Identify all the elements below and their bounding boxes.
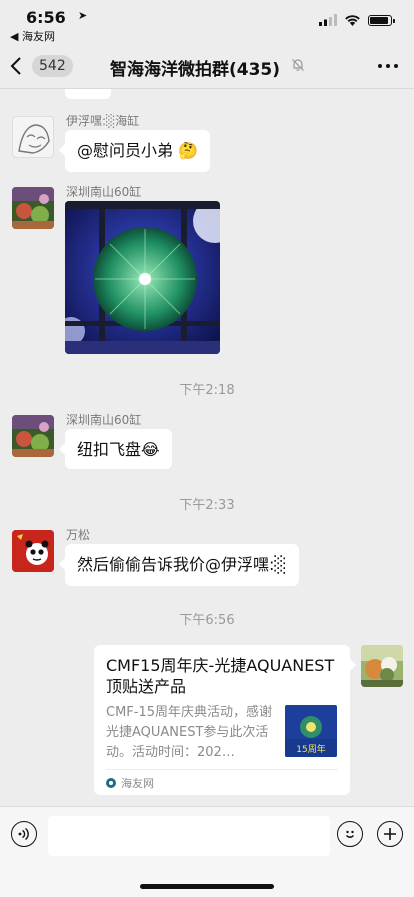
plus-button[interactable] bbox=[377, 821, 403, 847]
link-card-thumb-text: 15周年 bbox=[296, 743, 325, 755]
link-card[interactable]: CMF15周年庆-光捷AQUANEST顶贴送产品 CMF-15周年庆典活动，感谢… bbox=[94, 645, 356, 795]
link-card-source: 海友网 bbox=[106, 769, 338, 791]
avatar[interactable] bbox=[12, 530, 54, 572]
source-logo-icon bbox=[106, 778, 116, 788]
sender-name: 伊浮嘿:░海缸 bbox=[66, 114, 140, 128]
emoji-button[interactable] bbox=[337, 821, 363, 847]
message-input[interactable] bbox=[48, 816, 330, 856]
avatar[interactable] bbox=[12, 116, 54, 158]
status-bar: 6:56 ➤ ◀ 海友网 bbox=[0, 0, 414, 44]
mute-bell-icon bbox=[292, 59, 304, 71]
link-card-source-name: 海友网 bbox=[121, 777, 154, 790]
message-bubble[interactable]: 纽扣飞盘😂 bbox=[59, 429, 172, 469]
sender-name: 深圳南山60缸 bbox=[66, 413, 142, 427]
voice-icon bbox=[18, 827, 29, 841]
timestamp: 下午2:33 bbox=[179, 498, 235, 513]
avatar[interactable] bbox=[12, 187, 54, 229]
avatar[interactable] bbox=[12, 415, 54, 457]
chat-header: 542 智海海洋微拍群(435) bbox=[0, 44, 414, 89]
battery-icon bbox=[368, 14, 395, 26]
message-bubble[interactable]: @慰问员小弟 🤔 bbox=[58, 130, 211, 172]
status-time: 6:56 bbox=[26, 8, 66, 27]
voice-button[interactable] bbox=[11, 821, 37, 847]
unread-count-badge[interactable]: 542 bbox=[32, 55, 73, 77]
sender-name: 万松 bbox=[66, 528, 91, 542]
message-list[interactable]: 伊浮嘿:░海缸 @慰问员小弟 🤔 深圳南山60缸 下午2:18 深圳南山60缸 … bbox=[0, 89, 414, 806]
message-bubble-clipped[interactable] bbox=[65, 89, 111, 99]
chat-title: 智海海洋微拍群(435) bbox=[110, 60, 281, 80]
status-icons bbox=[319, 14, 395, 26]
cellular-signal-icon bbox=[319, 14, 337, 26]
my-avatar[interactable] bbox=[361, 645, 403, 687]
location-arrow-icon: ➤ bbox=[78, 9, 88, 22]
timestamp: 下午2:18 bbox=[179, 383, 235, 398]
input-bar bbox=[0, 806, 414, 897]
wifi-icon bbox=[345, 15, 360, 26]
more-options-button[interactable] bbox=[378, 64, 398, 68]
timestamp: 下午6:56 bbox=[179, 613, 235, 628]
coral-photo[interactable] bbox=[65, 201, 220, 354]
back-to-app-link[interactable]: ◀ 海友网 bbox=[10, 28, 55, 44]
plus-icon bbox=[384, 828, 396, 840]
smiley-icon bbox=[346, 830, 354, 838]
link-card-description: CMF-15周年庆典活动，感谢光捷AQUANEST参与此次活动。活动时间：202… bbox=[106, 705, 273, 760]
chevron-left-icon bbox=[10, 57, 21, 75]
home-indicator bbox=[140, 884, 274, 889]
link-card-thumbnail: 15周年 bbox=[285, 705, 337, 757]
link-card-title: CMF15周年庆-光捷AQUANEST顶贴送产品 bbox=[106, 656, 335, 696]
back-button[interactable] bbox=[10, 52, 30, 80]
message-bubble[interactable]: 然后偷偷告诉我价@伊浮嘿:░ bbox=[59, 544, 299, 586]
sender-name: 深圳南山60缸 bbox=[66, 185, 142, 199]
